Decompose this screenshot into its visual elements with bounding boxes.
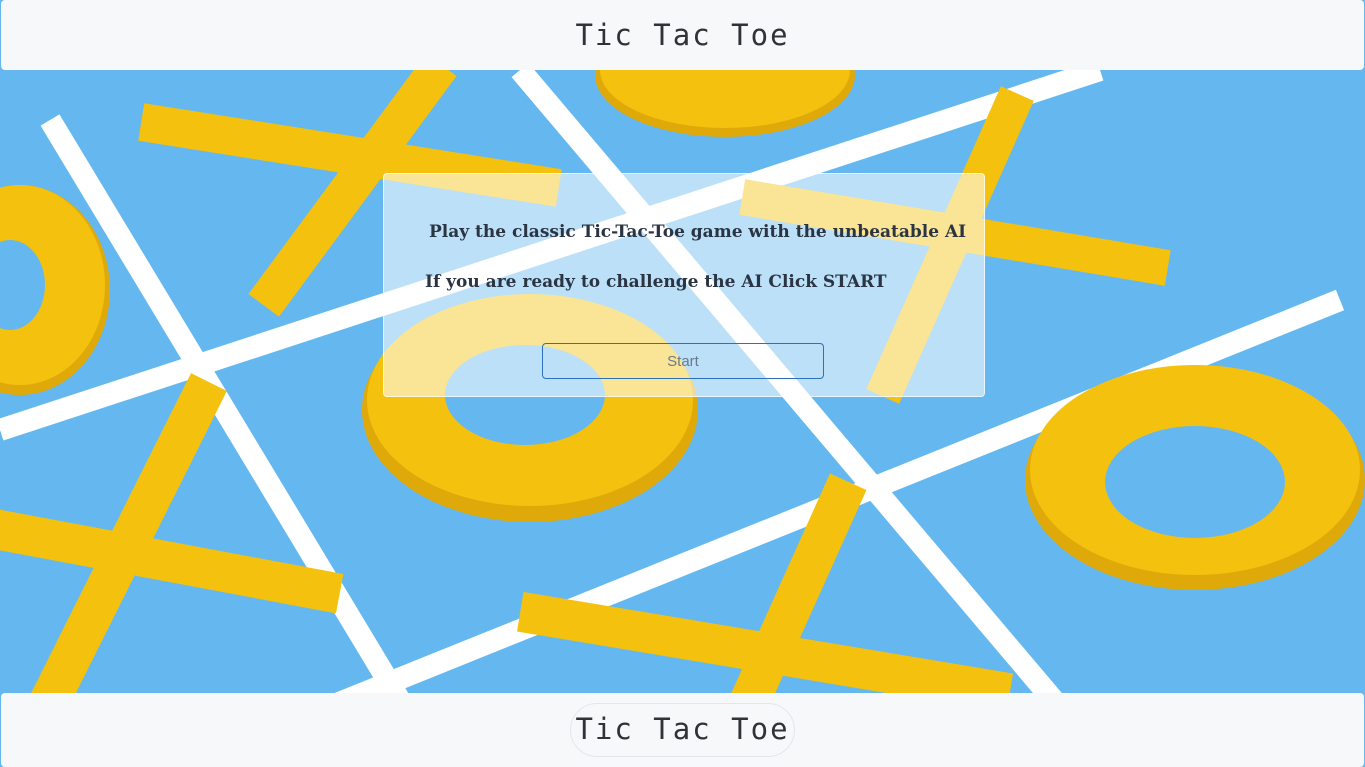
challenge-text: If you are ready to challenge the AI Cli… <box>425 272 887 292</box>
o-piece <box>1025 365 1365 590</box>
footer-title: Tic Tac Toe <box>570 703 795 757</box>
bottom-footer: Tic Tac Toe <box>1 693 1364 767</box>
top-header: Tic Tac Toe <box>1 0 1364 70</box>
intro-card: Play the classic Tic-Tac-Toe game with t… <box>383 173 985 397</box>
start-button[interactable]: Start <box>542 343 824 379</box>
page-title: Tic Tac Toe <box>575 18 790 52</box>
page: Tic Tac Toe Play the classic Tic-Tac-Toe… <box>0 0 1365 767</box>
intro-text: Play the classic Tic-Tac-Toe game with t… <box>429 222 967 242</box>
